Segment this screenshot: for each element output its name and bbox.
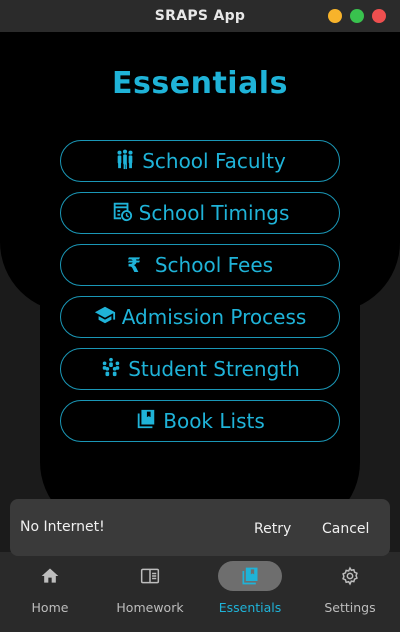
- retry-button[interactable]: Retry: [254, 521, 291, 537]
- library-books-icon: [240, 566, 260, 586]
- nav-item-home[interactable]: Home: [0, 552, 100, 632]
- school-fees-button[interactable]: ₹ School Fees: [60, 244, 340, 286]
- cancel-button[interactable]: Cancel: [322, 521, 369, 537]
- book-open-icon: [140, 566, 160, 586]
- menu-item-label: School Fees: [154, 253, 274, 277]
- no-internet-snackbar: No Internet! Retry Cancel: [10, 499, 390, 556]
- nav-item-settings[interactable]: Settings: [300, 552, 400, 632]
- menu-item-label: Book Lists: [163, 409, 265, 433]
- menu-item-label: School Faculty: [142, 149, 286, 173]
- book-lists-button[interactable]: Book Lists: [60, 400, 340, 442]
- school-timings-button[interactable]: School Timings: [60, 192, 340, 234]
- nav-item-essentials[interactable]: Essentials: [200, 552, 300, 632]
- snackbar-message: No Internet!: [20, 519, 105, 535]
- nav-item-homework[interactable]: Homework: [100, 552, 200, 632]
- home-icon: [40, 566, 60, 586]
- close-button[interactable]: [372, 9, 386, 23]
- menu-item-label: School Timings: [138, 201, 290, 225]
- minimize-button[interactable]: [328, 9, 342, 23]
- books-icon: [135, 408, 157, 435]
- nav-label: Settings: [324, 600, 376, 615]
- bottom-navigation: Home Homework Essentials Settings: [0, 552, 400, 632]
- nav-label: Homework: [116, 600, 184, 615]
- people-group-icon: [114, 148, 136, 175]
- students-icon: [100, 356, 122, 383]
- maximize-button[interactable]: [350, 9, 364, 23]
- menu-item-label: Admission Process: [121, 305, 307, 329]
- nav-label: Home: [31, 600, 69, 615]
- window-controls: [328, 9, 386, 23]
- schedule-table-icon: [111, 200, 133, 227]
- title-bar: SRAPS App: [0, 0, 400, 32]
- admission-process-button[interactable]: Admission Process: [60, 296, 340, 338]
- rupee-icon: ₹: [126, 253, 141, 277]
- school-faculty-button[interactable]: School Faculty: [60, 140, 340, 182]
- page-title: Essentials: [112, 66, 288, 101]
- gear-icon: [340, 566, 360, 586]
- menu-item-label: Student Strength: [128, 357, 300, 381]
- graduation-cap-icon: [94, 304, 116, 331]
- nav-label: Essentials: [218, 600, 282, 615]
- main-content: Essentials School Faculty School Timings…: [0, 32, 400, 552]
- student-strength-button[interactable]: Student Strength: [60, 348, 340, 390]
- window-title: SRAPS App: [154, 8, 246, 24]
- essentials-menu: School Faculty School Timings ₹ School F…: [60, 140, 340, 452]
